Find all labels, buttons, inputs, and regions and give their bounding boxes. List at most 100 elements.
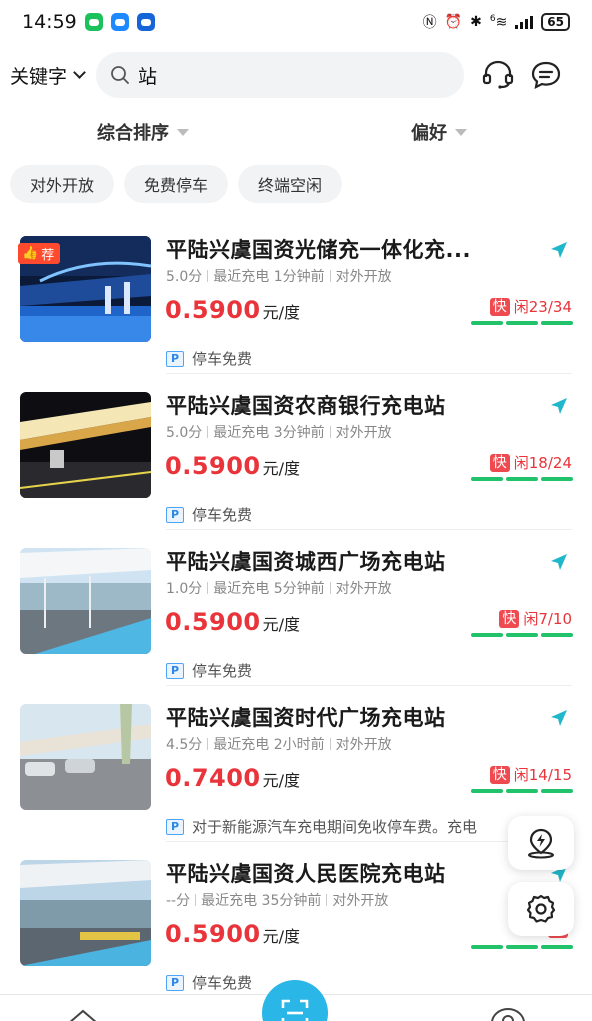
recommend-label: 荐: [41, 248, 55, 263]
price-value: 0.7400: [165, 764, 261, 792]
price-value: 0.5900: [165, 920, 261, 948]
parking-text: 停车免费: [192, 974, 253, 992]
station-card[interactable]: 👍 荐 平陆兴虞国资光储充一体化充... 5.0分 最近充电 1分钟前 对外开放 0.…: [0, 218, 592, 374]
nearby-charging-button[interactable]: [508, 816, 574, 870]
navigate-arrow-icon[interactable]: [549, 708, 569, 728]
station-name: 平陆兴虞国资人民医院充电站: [166, 862, 446, 886]
nfc-icon: Ⓝ: [422, 15, 437, 31]
signal-icon: [515, 15, 534, 29]
search-header: 关键字: [0, 44, 592, 106]
home-icon[interactable]: [66, 1007, 100, 1021]
chat-app-icon: [110, 13, 129, 31]
parking-text: 停车免费: [192, 662, 253, 680]
status-bar: 14:59 Ⓝ ⏰ ✱ 6≋ 65: [0, 0, 592, 44]
last-charge: 最近充电 1分钟前: [213, 269, 325, 285]
station-card[interactable]: 平陆兴虞国资城西广场充电站 1.0分 最近充电 5分钟前 对外开放 0.5900 元/…: [0, 530, 592, 686]
filter-chip-free-parking[interactable]: 免费停车: [124, 165, 229, 203]
station-card[interactable]: 平陆兴虞国资时代广场充电站 4.5分 最近充电 2小时前 对外开放 0.7400 元/…: [0, 686, 592, 842]
price-value: 0.5900: [165, 608, 261, 636]
sort-bar: 综合排序 偏好: [0, 106, 592, 158]
thumbs-up-icon: 👍: [22, 246, 39, 261]
navigate-arrow-icon[interactable]: [549, 396, 569, 416]
price-unit: 元/度: [262, 927, 301, 946]
station-score: 5.0分: [166, 269, 203, 285]
alarm-icon: ⏰: [444, 14, 463, 30]
parking-info: P 停车免费: [166, 504, 566, 525]
filter-chip-idle[interactable]: 终端空闲: [238, 165, 343, 203]
last-charge: 最近充电 3分钟前: [213, 425, 325, 441]
availability-bars: [471, 945, 573, 949]
station-score: 1.0分: [166, 581, 203, 597]
parking-icon: P: [166, 818, 184, 835]
parking-info: P 停车免费: [166, 972, 566, 993]
last-charge: 最近充电 5分钟前: [213, 581, 325, 597]
price-row: 0.5900 元/度: [165, 296, 300, 324]
search-icon: [111, 66, 129, 84]
idle-count: 闲14/15: [513, 766, 572, 784]
navigate-arrow-icon[interactable]: [549, 240, 569, 260]
access-status: 对外开放: [335, 425, 392, 441]
price-value: 0.5900: [165, 296, 261, 324]
recommend-badge: 👍 荐: [18, 243, 61, 264]
availability-bars: [471, 633, 573, 637]
station-meta: 5.0分 最近充电 3分钟前 对外开放: [166, 422, 392, 442]
wechat-icon: [84, 13, 103, 31]
station-photo: [20, 548, 151, 654]
price-unit: 元/度: [262, 303, 301, 322]
message-button[interactable]: [526, 55, 566, 95]
search-mode-label: 关键字: [10, 65, 68, 88]
station-photo: [20, 860, 151, 966]
idle-count: 闲7/10: [523, 610, 572, 628]
station-meta: --分 最近充电 35分钟前 对外开放: [166, 890, 388, 910]
fast-charger-status: 快闲23/34: [489, 296, 572, 317]
filter-chip-open[interactable]: 对外开放: [10, 165, 115, 203]
send-app-icon: [136, 13, 155, 31]
navigate-arrow-icon[interactable]: [549, 552, 569, 572]
station-photo: [20, 704, 151, 810]
search-box[interactable]: [96, 52, 465, 98]
parking-info: P 停车免费: [166, 660, 566, 681]
station-card[interactable]: 平陆兴虞国资人民医院充电站 --分 最近充电 35分钟前 对外开放 0.5900 元/…: [0, 842, 592, 998]
wifi-icon: 6≋: [489, 13, 508, 31]
parking-icon: P: [166, 506, 184, 523]
last-charge: 最近充电 35分钟前: [201, 893, 322, 909]
caret-down-icon: [177, 128, 189, 136]
gear-icon: [526, 894, 556, 923]
parking-icon: P: [166, 974, 184, 991]
sort-preference-button[interactable]: 偏好: [411, 119, 467, 145]
station-score: --分: [166, 893, 191, 909]
price-row: 0.5900 元/度: [165, 920, 300, 948]
battery-icon: 65: [541, 13, 570, 31]
settings-button[interactable]: [508, 882, 574, 936]
parking-text: 停车免费: [192, 506, 253, 524]
fast-tag: 快: [489, 765, 510, 784]
network-type: 6: [489, 13, 496, 24]
parking-text: 停车免费: [192, 350, 253, 368]
customer-service-button[interactable]: [478, 55, 518, 95]
scan-icon: [281, 999, 309, 1021]
fast-charger-status: 快闲14/15: [489, 764, 572, 785]
station-photo: [20, 392, 151, 498]
idle-count: 闲23/34: [513, 298, 572, 316]
station-meta: 1.0分 最近充电 5分钟前 对外开放: [166, 578, 392, 598]
station-meta: 4.5分 最近充电 2小时前 对外开放: [166, 734, 392, 754]
search-mode-select[interactable]: 关键字: [10, 62, 86, 89]
station-name: 平陆兴虞国资城西广场充电站: [166, 550, 446, 574]
filter-chips: 对外开放 免费停车 终端空闲: [0, 158, 592, 210]
station-card[interactable]: 平陆兴虞国资农商银行充电站 5.0分 最近充电 3分钟前 对外开放 0.5900 元/…: [0, 374, 592, 530]
fast-tag: 快: [489, 453, 510, 472]
search-input[interactable]: [138, 64, 439, 86]
idle-count: 闲18/24: [513, 454, 572, 472]
station-name: 平陆兴虞国资农商银行充电站: [166, 394, 446, 418]
status-time: 14:59: [22, 11, 77, 33]
caret-down-icon: [455, 128, 467, 136]
location-charge-icon: [528, 828, 554, 859]
availability-bars: [471, 477, 573, 481]
parking-icon: P: [166, 350, 184, 367]
access-status: 对外开放: [335, 737, 392, 753]
access-status: 对外开放: [335, 581, 392, 597]
sort-composite-button[interactable]: 综合排序: [97, 119, 189, 145]
parking-info: P 停车免费: [166, 348, 566, 369]
price-row: 0.5900 元/度: [165, 608, 300, 636]
profile-icon[interactable]: [490, 1007, 526, 1021]
